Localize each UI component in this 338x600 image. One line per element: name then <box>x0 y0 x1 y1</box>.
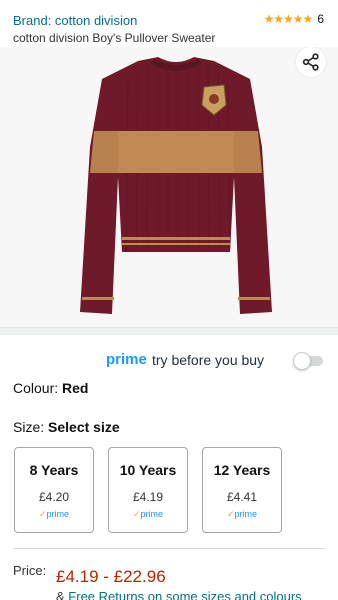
prime-badge: ✓prime <box>203 509 281 520</box>
brand-link[interactable]: Brand: cotton division <box>13 13 137 28</box>
prime-tagline: try before you buy <box>152 352 265 368</box>
size-option-12-years[interactable]: 12 Years £4.41 ✓prime <box>202 447 282 533</box>
returns-info: & Free Returns on some sizes and colours <box>56 589 302 600</box>
prime-check-icon: ✓ <box>132 509 141 519</box>
free-returns-link[interactable]: Free Returns on some sizes and colours <box>68 589 301 600</box>
size-selection: Size: Select size <box>13 419 120 435</box>
colour-value: Red <box>62 380 89 396</box>
colour-selection: Colour: Red <box>13 380 88 396</box>
product-header: Brand: cotton division cotton division B… <box>0 0 338 47</box>
price-divider <box>13 548 325 549</box>
prime-check-icon: ✓ <box>38 509 47 519</box>
size-option-price: £4.19 <box>132 490 164 504</box>
size-options: 8 Years £4.20 ✓prime 10 Years £4.19 ✓pri… <box>14 447 334 534</box>
price-range: £4.19 - £22.96 <box>56 567 166 586</box>
prime-badge-label: prime <box>46 509 70 519</box>
prime-badge: ✓prime <box>109 509 187 520</box>
prime-logo: prime <box>106 351 147 368</box>
price-label: Price: <box>13 563 47 578</box>
returns-prefix: & <box>56 589 65 600</box>
size-option-label: 10 Years <box>119 462 177 478</box>
size-option-10-years[interactable]: 10 Years £4.19 ✓prime <box>108 447 188 533</box>
prime-badge: ✓prime <box>15 509 93 520</box>
sweater-image <box>80 57 272 314</box>
size-option-price: £4.41 <box>226 490 258 504</box>
size-value: Select size <box>48 419 120 435</box>
size-option-label: 12 Years <box>213 462 271 478</box>
prime-badge-label: prime <box>140 509 164 519</box>
prime-check-icon: ✓ <box>226 509 235 519</box>
star-rating-icon: ★★★★★ <box>263 12 314 26</box>
size-label: Size: <box>13 419 45 435</box>
colour-label: Colour: <box>13 380 59 396</box>
share-icon <box>302 53 319 71</box>
rating-count: 6 <box>317 12 324 26</box>
prime-toggle[interactable] <box>293 352 323 370</box>
size-option-label: 8 Years <box>29 462 79 478</box>
product-image-gallery[interactable] <box>0 47 338 327</box>
product-title: cotton division Boy's Pullover Sweater <box>13 31 216 45</box>
prime-badge-label: prime <box>234 509 258 519</box>
rating-summary[interactable]: ★★★★★ 6 <box>264 12 324 26</box>
share-button[interactable] <box>296 47 326 77</box>
toggle-knob <box>293 352 311 370</box>
section-divider <box>0 327 338 335</box>
size-option-price: £4.20 <box>38 490 70 504</box>
prime-try-before-you-buy: prime try before you buy <box>0 350 338 374</box>
size-option-8-years[interactable]: 8 Years £4.20 ✓prime <box>14 447 94 533</box>
